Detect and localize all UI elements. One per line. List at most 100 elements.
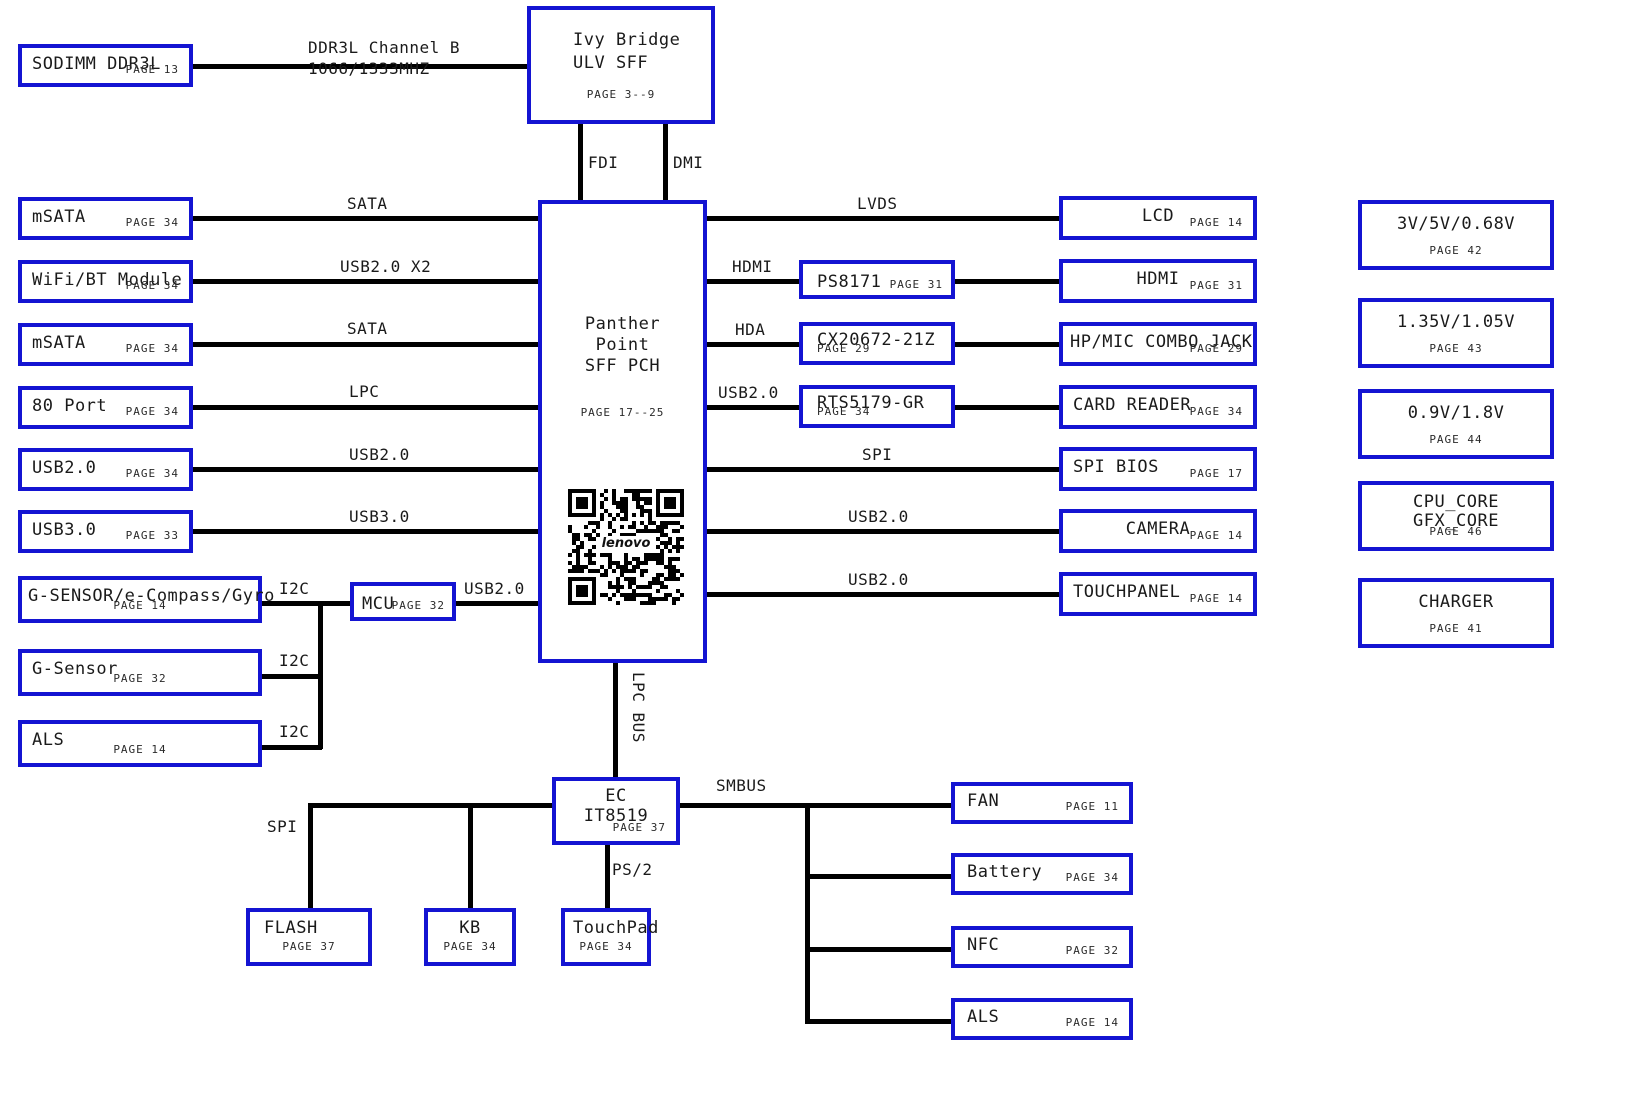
block-ps8171[interactable]: PS8171 PAGE 31 xyxy=(799,260,955,299)
block-page: PAGE 13 xyxy=(125,63,179,76)
block-label: mSATA xyxy=(32,333,86,353)
wire-usb30-left xyxy=(190,529,542,534)
block-ivy-bridge-ulv-sff[interactable]: Ivy Bridge ULV SFF PAGE 3--9 xyxy=(527,6,715,124)
bus-label-i2c-2: I2C xyxy=(279,651,310,670)
block-label: NFC xyxy=(967,935,1000,955)
wire-hda-out xyxy=(953,342,1063,347)
wire-smbus-nfc xyxy=(805,947,953,952)
wire-fdi xyxy=(578,122,583,202)
block-label: ALS xyxy=(967,1007,1000,1027)
wire-smbus-als xyxy=(805,1019,953,1024)
block-label: FAN xyxy=(967,791,1000,811)
block-msata-1[interactable]: mSATA PAGE 34 xyxy=(18,197,193,240)
block-page: PAGE 3--9 xyxy=(586,88,656,101)
block-label: USB3.0 xyxy=(32,520,97,540)
block-camera[interactable]: CAMERA PAGE 14 xyxy=(1059,509,1257,553)
block-page: PAGE 34 xyxy=(125,405,179,418)
block-label-line1: Panther xyxy=(584,314,661,334)
block-page: PAGE 14 xyxy=(113,743,167,756)
block-page: PAGE 32 xyxy=(113,672,167,685)
block-mcu[interactable]: MCU PAGE 32 xyxy=(350,582,456,621)
wire-i2c-2 xyxy=(258,674,322,679)
wire-usb20-mcu xyxy=(456,601,542,606)
block-page: PAGE 31 xyxy=(1189,279,1243,292)
block-label: TouchPad xyxy=(573,918,659,938)
bus-label-dmi: DMI xyxy=(673,153,704,172)
block-g-sensor-e-compass-gyro[interactable]: G-SENSOR/e-Compass/Gyro PAGE 14 xyxy=(18,576,274,623)
block-als-left[interactable]: ALS PAGE 14 xyxy=(18,720,262,767)
block-page: PAGE 14 xyxy=(113,599,167,612)
bus-label-lpc-bus: LPC BUS xyxy=(629,672,648,743)
block-touchpanel[interactable]: TOUCHPANEL PAGE 14 xyxy=(1059,572,1257,616)
wire-spi-bios xyxy=(703,467,1063,472)
bus-label-ps2: PS/2 xyxy=(612,860,653,879)
block-rts5179-gr[interactable]: RTS5179-GR PAGE 34 xyxy=(799,385,955,428)
block-page: PAGE 29 xyxy=(817,342,871,355)
block-ec-it8519[interactable]: EC IT8519 PAGE 37 xyxy=(552,777,680,845)
wire-spi-kb xyxy=(468,803,473,908)
block-cpu-core-gfx-core[interactable]: CPU_CORE GFX_CORE PAGE 46 xyxy=(1358,481,1554,551)
block-page: PAGE 32 xyxy=(1065,944,1119,957)
block-msata-2[interactable]: mSATA PAGE 34 xyxy=(18,323,193,366)
block-kb[interactable]: KB PAGE 34 xyxy=(424,908,516,966)
bus-label-lvds: LVDS xyxy=(857,194,898,213)
block-label-line3: SFF PCH xyxy=(584,356,661,376)
block-page: PAGE 46 xyxy=(1429,525,1483,538)
block-label: CHARGER xyxy=(1418,592,1494,612)
block-sodimm-ddr3l[interactable]: SODIMM DDR3L PAGE 13 xyxy=(18,44,193,87)
block-g-sensor[interactable]: G-Sensor PAGE 32 xyxy=(18,649,262,696)
block-page: PAGE 17 xyxy=(1189,467,1243,480)
block-page: PAGE 34 xyxy=(579,940,633,953)
block-usb30-left[interactable]: USB3.0 PAGE 33 xyxy=(18,510,193,553)
block-label: 80 Port xyxy=(32,396,108,416)
bus-label-hdmi: HDMI xyxy=(732,257,773,276)
block-card-reader[interactable]: CARD READER PAGE 34 xyxy=(1059,385,1257,429)
block-spi-bios[interactable]: SPI BIOS PAGE 17 xyxy=(1059,447,1257,491)
block-label: TOUCHPANEL xyxy=(1073,582,1181,602)
block-lcd[interactable]: LCD PAGE 14 xyxy=(1059,196,1257,240)
block-label: USB2.0 xyxy=(32,458,97,478)
block-rail-135v-105v[interactable]: 1.35V/1.05V PAGE 43 xyxy=(1358,298,1554,368)
block-label: PS8171 xyxy=(817,272,882,292)
block-als-bottom[interactable]: ALS PAGE 14 xyxy=(951,998,1133,1040)
wire-sata-2 xyxy=(190,342,542,347)
block-page: PAGE 41 xyxy=(1429,622,1483,635)
block-usb20-left[interactable]: USB2.0 PAGE 34 xyxy=(18,448,193,491)
block-label: MCU xyxy=(362,594,395,614)
block-hdmi-out[interactable]: HDMI PAGE 31 xyxy=(1059,259,1257,303)
wire-sata-1 xyxy=(190,216,542,221)
wire-lvds xyxy=(703,216,1063,221)
block-nfc[interactable]: NFC PAGE 32 xyxy=(951,926,1133,968)
block-fan[interactable]: FAN PAGE 11 xyxy=(951,782,1133,824)
block-page: PAGE 29 xyxy=(1189,342,1243,355)
wire-hdmi-in xyxy=(703,279,801,284)
bus-label-fdi: FDI xyxy=(588,153,619,172)
block-rail-3v-5v-068v[interactable]: 3V/5V/0.68V PAGE 42 xyxy=(1358,200,1554,270)
block-flash[interactable]: FLASH PAGE 37 xyxy=(246,908,372,966)
block-charger[interactable]: CHARGER PAGE 41 xyxy=(1358,578,1554,648)
block-page: PAGE 44 xyxy=(1429,433,1483,446)
block-page: PAGE 42 xyxy=(1429,244,1483,257)
wire-ps2 xyxy=(605,845,610,908)
bus-label-i2c-3: I2C xyxy=(279,722,310,741)
wire-lpc-bus xyxy=(613,663,618,781)
block-wifi-bt-module[interactable]: WiFi/BT Module PAGE 34 xyxy=(18,260,193,303)
block-page: PAGE 31 xyxy=(889,278,943,291)
block-label-line2: Point xyxy=(595,335,650,355)
wire-ec-spi-trunk xyxy=(308,803,558,808)
bus-label-usb20-card: USB2.0 xyxy=(718,383,779,402)
block-touchpad[interactable]: TouchPad PAGE 34 xyxy=(561,908,658,966)
bus-label-sata-1: SATA xyxy=(347,194,388,213)
block-battery[interactable]: Battery PAGE 34 xyxy=(951,853,1133,895)
block-label: KB xyxy=(459,918,481,938)
lenovo-logo: lenovo xyxy=(600,536,652,552)
block-80-port[interactable]: 80 Port PAGE 34 xyxy=(18,386,193,429)
bus-label-sata-2: SATA xyxy=(347,319,388,338)
bus-label-spi-right: SPI xyxy=(862,445,893,464)
block-rail-09v-18v[interactable]: 0.9V/1.8V PAGE 44 xyxy=(1358,389,1554,459)
block-hp-mic-combo-jack[interactable]: HP/MIC COMBO JACK PAGE 29 xyxy=(1059,322,1257,366)
wire-smbus-battery xyxy=(805,874,953,879)
wire-usb20-card-out xyxy=(953,405,1063,410)
block-label: 0.9V/1.8V xyxy=(1407,403,1505,423)
block-cx20672-21z[interactable]: CX20672-21Z PAGE 29 xyxy=(799,322,955,365)
